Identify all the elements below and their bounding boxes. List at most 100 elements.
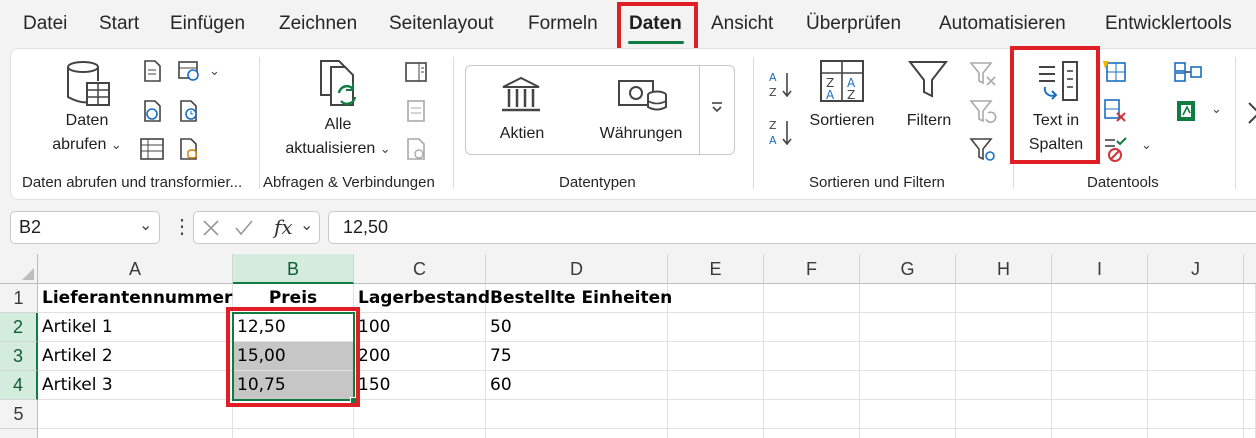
column-header-h[interactable]: H — [956, 254, 1052, 284]
chevron-down-icon[interactable]: ⌄ — [1141, 137, 1152, 153]
empty-cell[interactable] — [668, 284, 764, 313]
column-header-k[interactable] — [1244, 254, 1256, 284]
from-table-icon[interactable] — [139, 137, 165, 161]
database-icon[interactable] — [65, 59, 111, 111]
flash-fill-icon[interactable] — [1101, 59, 1127, 85]
empty-cell[interactable] — [764, 313, 860, 342]
column-header-a[interactable]: A — [38, 254, 233, 284]
empty-cell[interactable] — [38, 429, 233, 438]
empty-cell[interactable] — [764, 400, 860, 429]
remove-duplicates-icon[interactable] — [1101, 97, 1127, 123]
filter-button[interactable]: Filtern — [897, 109, 961, 133]
queries-connections-icon[interactable] — [404, 61, 428, 83]
empty-cell[interactable] — [956, 313, 1052, 342]
select-all-corner[interactable] — [0, 254, 38, 284]
empty-cell[interactable] — [764, 342, 860, 371]
empty-cell[interactable] — [668, 429, 764, 438]
empty-cell[interactable] — [1148, 284, 1244, 313]
filter-icon[interactable] — [907, 59, 949, 101]
empty-cell[interactable] — [860, 284, 956, 313]
tab-seitenlayout[interactable]: Seitenlayout — [389, 13, 494, 35]
empty-cell[interactable] — [860, 400, 956, 429]
empty-cell[interactable] — [233, 429, 354, 438]
row-header-6[interactable] — [0, 429, 38, 438]
formula-input[interactable]: 12,50 — [328, 211, 1256, 244]
column-header-j[interactable]: J — [1148, 254, 1244, 284]
empty-cell[interactable] — [1148, 313, 1244, 342]
column-header-b[interactable]: B — [233, 254, 354, 284]
sort-z-a-icon[interactable]: Z A — [767, 117, 797, 147]
cell-d3[interactable]: 75 — [486, 342, 668, 371]
from-text-icon[interactable] — [141, 59, 163, 83]
existing-connections-icon[interactable] — [177, 137, 201, 161]
empty-cell[interactable] — [956, 400, 1052, 429]
empty-cell[interactable] — [38, 400, 233, 429]
currency-icon[interactable] — [617, 75, 669, 115]
tab-start[interactable]: Start — [99, 13, 139, 35]
row-header-3[interactable]: 3 — [0, 342, 38, 371]
empty-cell[interactable] — [764, 371, 860, 400]
bank-icon[interactable] — [499, 75, 543, 115]
empty-cell[interactable] — [1244, 429, 1256, 438]
row-header-5[interactable]: 5 — [0, 400, 38, 429]
empty-cell[interactable] — [354, 400, 486, 429]
sort-a-z-icon[interactable]: A Z — [767, 69, 797, 99]
cancel-icon[interactable] — [202, 219, 220, 237]
empty-cell[interactable] — [860, 313, 956, 342]
cell-a4[interactable]: Artikel 3 — [38, 371, 233, 400]
column-header-i[interactable]: I — [1052, 254, 1148, 284]
what-if-icon[interactable] — [1247, 99, 1256, 129]
empty-cell[interactable] — [764, 429, 860, 438]
empty-cell[interactable] — [764, 284, 860, 313]
tab-datei[interactable]: Datei — [23, 13, 67, 35]
tab-ueberpruefen[interactable]: Überprüfen — [806, 13, 901, 35]
cell-d1[interactable]: Bestellte Einheiten — [486, 284, 672, 313]
sort-dialog-icon[interactable]: Z A A Z — [819, 59, 865, 103]
row-header-4[interactable]: 4 — [0, 371, 38, 400]
tab-automatisieren[interactable]: Automatisieren — [939, 13, 1066, 35]
column-header-g[interactable]: G — [860, 254, 956, 284]
get-data-button[interactable]: Daten abrufen ⌄ — [41, 109, 133, 157]
insert-function-icon[interactable]: fx — [274, 215, 293, 239]
empty-cell[interactable] — [956, 342, 1052, 371]
cell-a3[interactable]: Artikel 2 — [38, 342, 233, 371]
empty-cell[interactable] — [1052, 429, 1148, 438]
column-header-d[interactable]: D — [486, 254, 668, 284]
from-picture-icon[interactable] — [177, 59, 205, 83]
empty-cell[interactable] — [956, 284, 1052, 313]
empty-cell[interactable] — [956, 429, 1052, 438]
empty-cell[interactable] — [956, 371, 1052, 400]
from-web-icon[interactable] — [141, 99, 165, 123]
sort-button[interactable]: Sortieren — [801, 109, 883, 133]
empty-cell[interactable] — [1244, 342, 1256, 371]
empty-cell[interactable] — [1148, 342, 1244, 371]
empty-cell[interactable] — [1052, 371, 1148, 400]
empty-cell[interactable] — [486, 429, 668, 438]
tab-formeln[interactable]: Formeln — [528, 13, 598, 35]
cell-c4[interactable]: 150 — [354, 371, 486, 400]
gallery-expand-button[interactable] — [699, 65, 735, 155]
empty-cell[interactable] — [1244, 313, 1256, 342]
tab-zeichnen[interactable]: Zeichnen — [279, 13, 357, 35]
currencies-button[interactable]: Währungen — [591, 122, 691, 146]
chevron-down-icon[interactable]: ⌄ — [1211, 101, 1222, 117]
empty-cell[interactable] — [860, 342, 956, 371]
cell-c2[interactable]: 100 — [354, 313, 486, 342]
empty-cell[interactable] — [1148, 400, 1244, 429]
row-header-2[interactable]: 2 — [0, 313, 38, 342]
empty-cell[interactable] — [1244, 371, 1256, 400]
tab-einfuegen[interactable]: Einfügen — [170, 13, 245, 35]
empty-cell[interactable] — [668, 400, 764, 429]
empty-cell[interactable] — [1052, 313, 1148, 342]
data-model-icon[interactable] — [1173, 97, 1203, 125]
cell-d2[interactable]: 50 — [486, 313, 668, 342]
recent-sources-icon[interactable] — [177, 99, 201, 123]
column-header-f[interactable]: F — [764, 254, 860, 284]
refresh-all-icon[interactable] — [317, 59, 361, 109]
more-options-icon[interactable]: ⋮ — [172, 214, 192, 239]
empty-cell[interactable] — [860, 371, 956, 400]
consolidate-icon[interactable] — [1173, 59, 1203, 85]
stocks-button[interactable]: Aktien — [487, 122, 557, 146]
empty-cell[interactable] — [668, 313, 764, 342]
empty-cell[interactable] — [1052, 284, 1148, 313]
